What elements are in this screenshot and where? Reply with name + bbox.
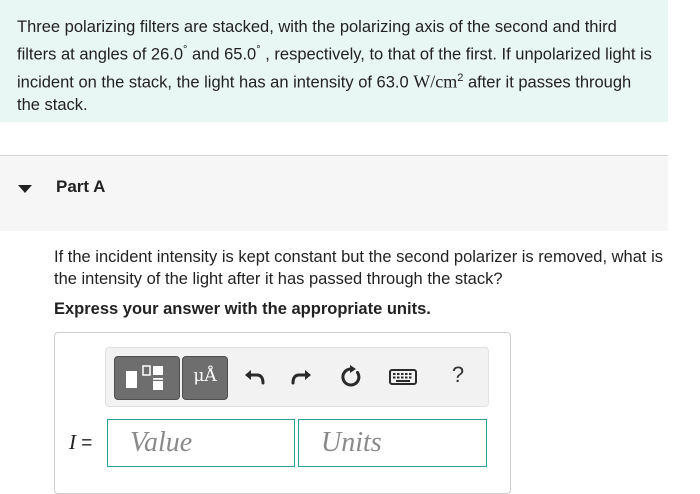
units-button[interactable]: μÅ: [182, 356, 228, 400]
variable-symbol: I: [69, 430, 76, 454]
answer-instruction: Express your answer with the appropriate…: [54, 300, 431, 318]
undo-icon[interactable]: [242, 364, 268, 390]
part-title: Part A: [56, 177, 106, 196]
units-input[interactable]: [298, 419, 487, 467]
problem-statement-text: Three polarizing filters are stacked, wi…: [17, 16, 657, 117]
answer-box: μÅ ? I =: [54, 332, 511, 494]
units-icon: μÅ: [193, 366, 217, 386]
part-a-header[interactable]: Part A: [0, 156, 668, 231]
math-toolbar: μÅ ?: [105, 347, 489, 407]
reset-icon[interactable]: [338, 364, 364, 390]
problem-text-2: and 65.0: [187, 45, 257, 64]
keyboard-icon[interactable]: [388, 364, 418, 390]
equals-sign: =: [76, 433, 93, 454]
help-icon[interactable]: ?: [446, 362, 470, 388]
value-input[interactable]: [107, 419, 295, 467]
answer-variable-label: I =: [69, 430, 92, 455]
templates-icon: [126, 365, 163, 390]
templates-button[interactable]: [114, 356, 180, 400]
intensity-unit: W/cm: [413, 71, 458, 91]
problem-statement-panel: Three polarizing filters are stacked, wi…: [0, 0, 668, 122]
redo-icon[interactable]: [288, 364, 314, 390]
question-text: If the incident intensity is kept consta…: [54, 248, 663, 288]
collapse-triangle-icon[interactable]: [18, 185, 32, 193]
